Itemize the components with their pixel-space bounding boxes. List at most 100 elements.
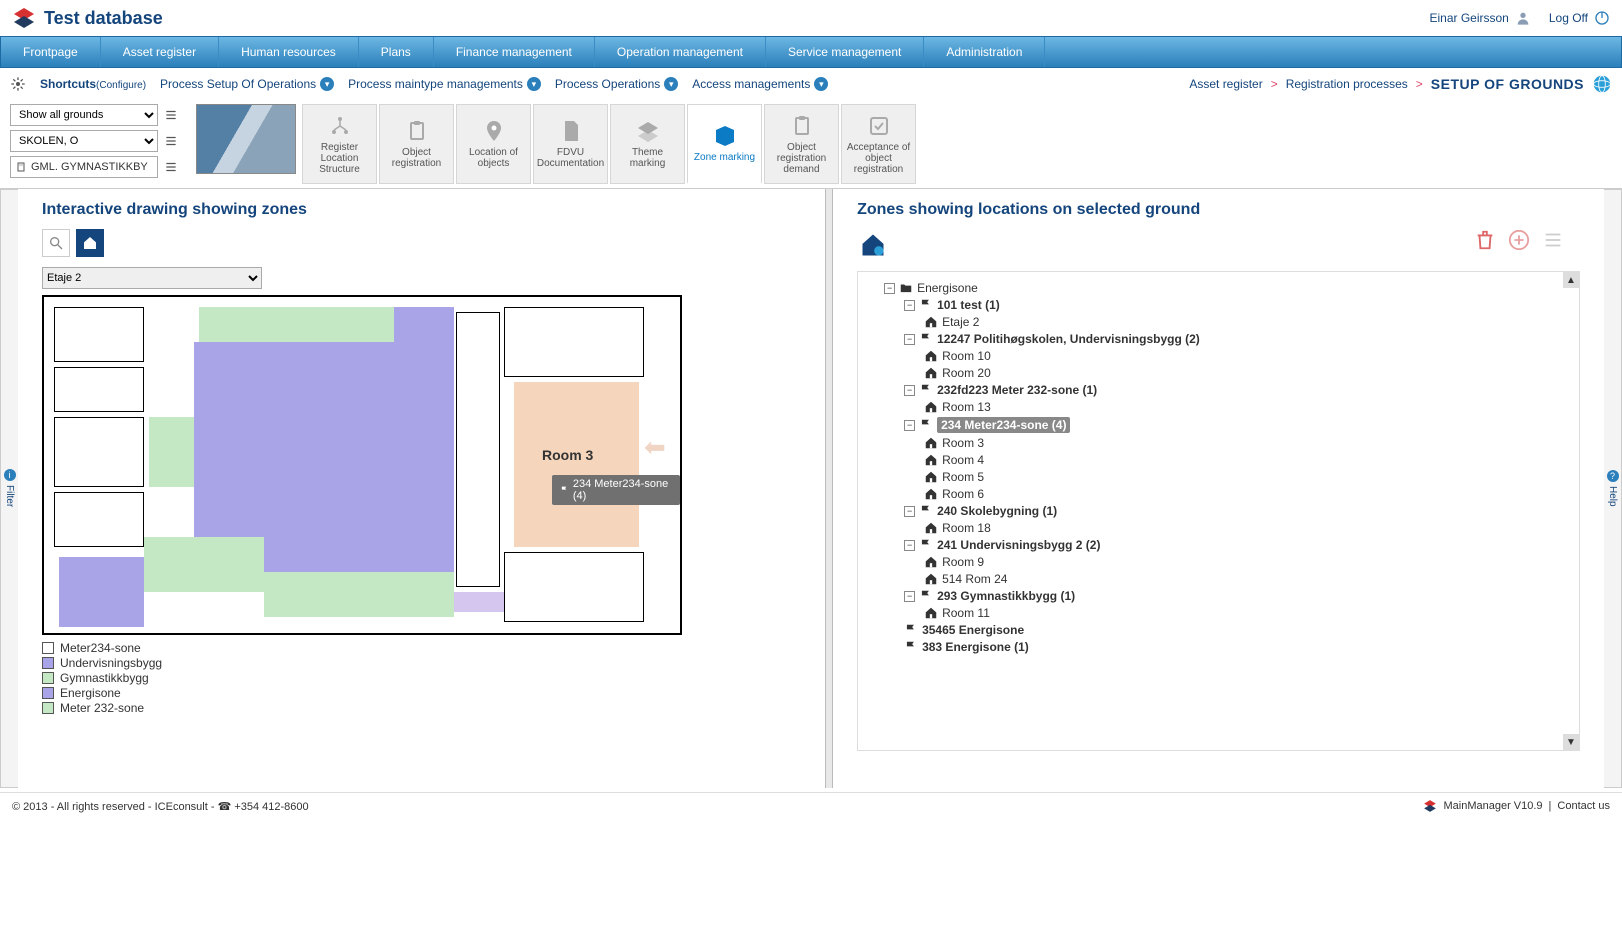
tree-label: Room 9 (942, 555, 984, 569)
expander-icon[interactable]: − (904, 506, 915, 517)
zone-energisone-2[interactable] (454, 592, 504, 612)
tree-node[interactable]: Room 6 (924, 487, 1573, 501)
room-outline[interactable] (504, 552, 644, 622)
tree-node[interactable]: −293 Gymnastikkbygg (1) (904, 589, 1573, 603)
menu-icon[interactable] (1542, 229, 1564, 251)
tree-node[interactable]: Room 9 (924, 555, 1573, 569)
zone-gymnastikkbygg-2[interactable] (149, 417, 194, 487)
tree-label: Room 4 (942, 453, 984, 467)
splitter[interactable] (825, 189, 833, 788)
tile-label: Theme marking (615, 147, 680, 169)
logoff-label: Log Off (1549, 11, 1588, 25)
tree-node[interactable]: −101 test (1) (904, 298, 1573, 312)
scroll-down[interactable]: ▼ (1563, 734, 1579, 750)
process-link[interactable]: Process Setup Of Operations▾ (160, 77, 334, 91)
main-nav-item[interactable]: Administration (924, 37, 1045, 67)
filter-list-icon[interactable] (162, 106, 180, 124)
tree-node[interactable]: Room 11 (924, 606, 1573, 620)
house-pin-icon[interactable] (857, 229, 889, 261)
tree-node[interactable]: Room 13 (924, 400, 1573, 414)
tree-node[interactable]: Room 3 (924, 436, 1573, 450)
action-tile[interactable]: FDVU Documentation (533, 104, 608, 184)
tree-node[interactable]: 383 Energisone (1) (904, 640, 1573, 654)
filter-building[interactable]: GML. GYMNASTIKKBY (10, 156, 158, 178)
main-nav-item[interactable]: Plans (359, 37, 434, 67)
tree-node[interactable]: −241 Undervisningsbygg 2 (2) (904, 538, 1573, 552)
expander-icon[interactable]: − (904, 591, 915, 602)
tree-node[interactable]: Room 5 (924, 470, 1573, 484)
tree-node[interactable]: −12247 Politihøgskolen, Undervisningsbyg… (904, 332, 1573, 346)
main-nav-item[interactable]: Human resources (219, 37, 359, 67)
configure-link[interactable]: (Configure) (96, 80, 146, 91)
room-outline[interactable] (54, 307, 144, 362)
room-outline[interactable] (456, 312, 500, 587)
tree-label: Room 5 (942, 470, 984, 484)
process-link[interactable]: Access managements▾ (692, 77, 828, 91)
process-link[interactable]: Process Operations▾ (555, 77, 678, 91)
floorplan[interactable]: Room 3 234 Meter234-sone (4) ⬅ (42, 295, 682, 635)
zone-meter234[interactable] (514, 382, 639, 547)
crumb-asset-register[interactable]: Asset register (1189, 77, 1262, 91)
sub-nav: Shortcuts(Configure) Process Setup Of Op… (0, 68, 1622, 100)
main-nav-item[interactable]: Finance management (434, 37, 595, 67)
crumb-registration-processes[interactable]: Registration processes (1286, 77, 1408, 91)
expander-icon[interactable]: − (904, 540, 915, 551)
main-nav-item[interactable]: Operation management (595, 37, 766, 67)
action-tile[interactable]: Object registration demand (764, 104, 839, 184)
filter-grounds[interactable]: Show all grounds (10, 104, 158, 126)
delete-icon[interactable] (1474, 229, 1496, 251)
action-tile[interactable]: Location of objects (456, 104, 531, 184)
tree-node[interactable]: −232fd223 Meter 232-sone (1) (904, 383, 1573, 397)
room-outline[interactable] (54, 492, 144, 547)
tree-node[interactable]: Room 18 (924, 521, 1573, 535)
tree-node[interactable]: Room 10 (924, 349, 1573, 363)
zone-tree: −Energisone −101 test (1) Etaje 2 −12247 Po… (864, 281, 1573, 654)
floor-select[interactable]: Etaje 2 (42, 267, 262, 289)
expander-icon[interactable]: − (904, 300, 915, 311)
expander-icon[interactable]: − (884, 283, 895, 294)
tree-node[interactable]: Etaje 2 (924, 315, 1573, 329)
main-nav-item[interactable]: Asset register (101, 37, 219, 67)
zone-gymnastikkbygg-3[interactable] (144, 537, 264, 592)
action-tile[interactable]: Zone marking (687, 104, 762, 184)
filter-school[interactable]: SKOLEN, O (10, 130, 158, 152)
scroll-up[interactable]: ▲ (1563, 272, 1579, 288)
footer-contact-link[interactable]: Contact us (1557, 800, 1610, 812)
zone-gymnastikkbygg-4[interactable] (264, 572, 454, 617)
user-menu[interactable]: Einar Geirsson (1429, 10, 1530, 26)
expander-icon[interactable]: − (904, 334, 915, 345)
tree-node[interactable]: 514 Rom 24 (924, 572, 1573, 586)
action-tile[interactable]: Acceptance of object registration (841, 104, 916, 184)
tree-node[interactable]: −234 Meter234-sone (4) (904, 417, 1573, 433)
main-nav-item[interactable]: Service management (766, 37, 924, 67)
tree-node[interactable]: 35465 Energisone (904, 623, 1573, 637)
gear-icon[interactable] (10, 76, 26, 92)
expander-icon[interactable]: − (904, 385, 915, 396)
help-side-tab[interactable]: ? Help (1604, 189, 1622, 788)
action-tile[interactable]: Register Location Structure (302, 104, 377, 184)
add-icon[interactable] (1508, 229, 1530, 251)
globe-icon[interactable] (1592, 74, 1612, 94)
room-outline[interactable] (54, 367, 144, 412)
house-view-icon[interactable] (76, 229, 104, 257)
tree-node[interactable]: Room 20 (924, 366, 1573, 380)
expander-icon[interactable]: − (904, 420, 915, 431)
main-nav-item[interactable]: Frontpage (1, 37, 101, 67)
process-link[interactable]: Process maintype managements▾ (348, 77, 541, 91)
zone-energisone-1[interactable] (59, 557, 144, 627)
filter-list-icon-2[interactable] (162, 132, 180, 150)
action-tile[interactable]: Object registration (379, 104, 454, 184)
logoff-button[interactable]: Log Off (1549, 10, 1610, 26)
search-zone-icon[interactable] (42, 229, 70, 257)
tree-root[interactable]: −Energisone (884, 281, 1573, 295)
tree-node[interactable]: −240 Skolebygning (1) (904, 504, 1573, 518)
tree-label: Room 3 (942, 436, 984, 450)
tree-node[interactable]: Room 4 (924, 453, 1573, 467)
filter-side-tab[interactable]: i Filter (0, 189, 18, 788)
zone-undervisningsbygg-2[interactable] (394, 307, 454, 587)
action-tile[interactable]: Theme marking (610, 104, 685, 184)
house-green-icon (924, 521, 938, 535)
room-outline[interactable] (54, 417, 144, 487)
filter-list-icon-3[interactable] (162, 158, 180, 176)
room-outline[interactable] (504, 307, 644, 377)
